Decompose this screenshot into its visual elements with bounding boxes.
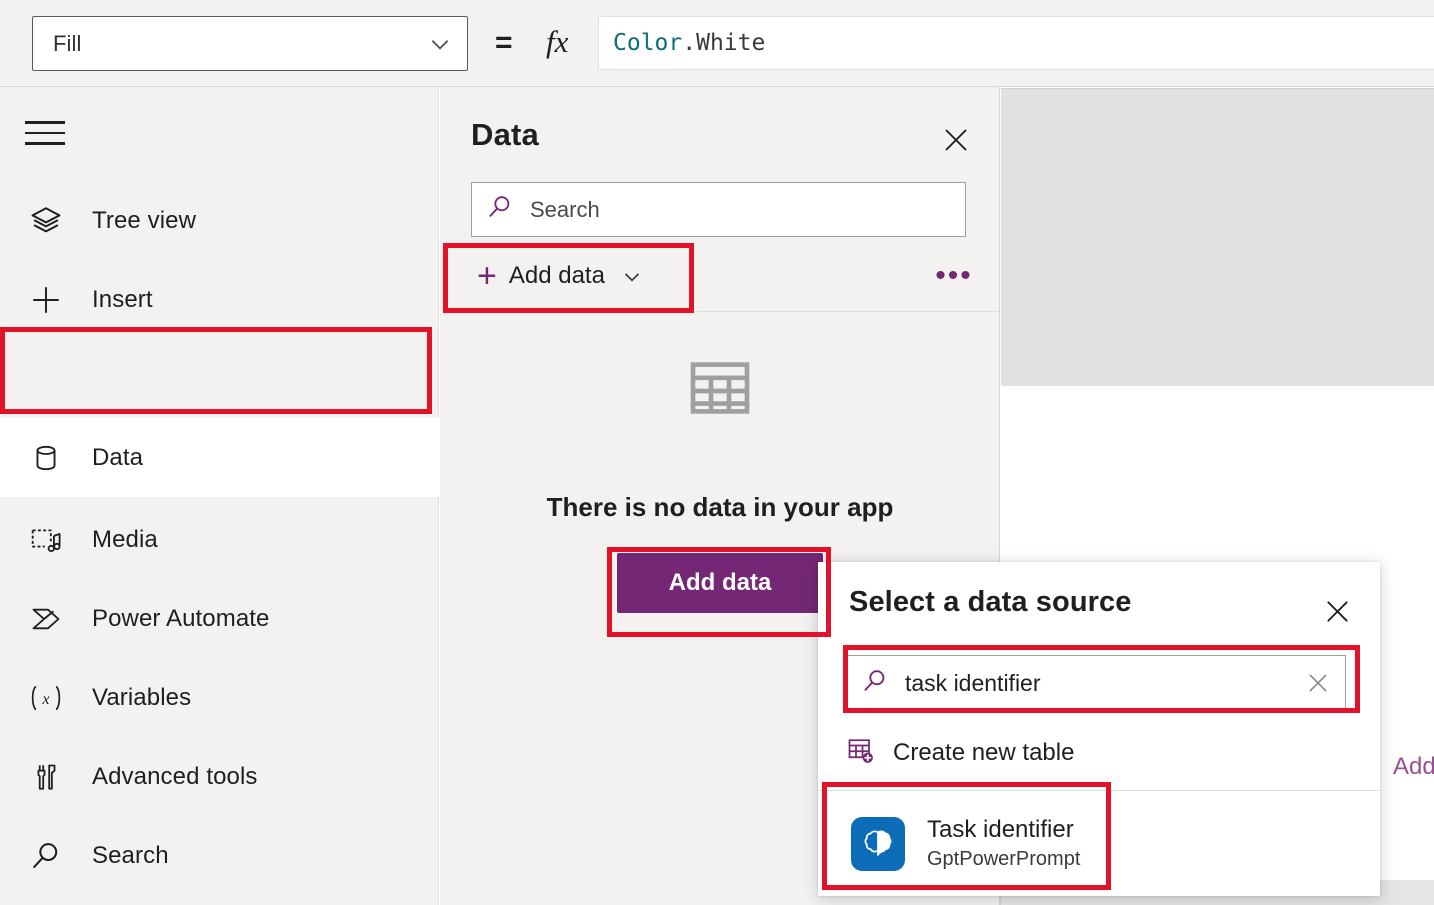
search-icon (861, 667, 889, 700)
data-source-subtitle: GptPowerPrompt (927, 846, 1080, 872)
add-data-button[interactable]: Add data (617, 553, 823, 613)
data-panel-title: Data (471, 117, 539, 153)
sidebar-item-label: Insert (92, 286, 153, 314)
formula-token-member: .White (682, 30, 765, 56)
svg-text:x: x (41, 689, 50, 708)
create-new-table-button[interactable]: Create new table (846, 726, 1074, 780)
layers-icon (24, 204, 68, 238)
sidebar-item-media[interactable]: Media (0, 500, 439, 579)
close-icon[interactable] (935, 119, 977, 161)
sidebar-item-power-automate[interactable]: Power Automate (0, 579, 439, 658)
sidebar-item-advanced-tools[interactable]: Advanced tools (0, 737, 439, 816)
add-data-dropdown-label: Add data (509, 262, 605, 290)
table-icon (684, 352, 756, 429)
dialog-title: Select a data source (849, 586, 1131, 619)
sidebar-item-label: Power Automate (92, 605, 270, 633)
search-input[interactable]: Search (471, 182, 966, 237)
formula-token-function: Color (613, 30, 682, 56)
hamburger-menu-icon[interactable] (25, 111, 73, 155)
panel-divider (471, 311, 999, 312)
more-options-icon[interactable]: ••• (926, 248, 982, 304)
equals-sign: = (495, 27, 513, 59)
select-data-source-dialog: Select a data source task identifier (818, 562, 1380, 896)
variables-x-icon: x (24, 680, 68, 716)
add-data-dropdown-button[interactable]: + Add data (471, 248, 655, 304)
add-data-toolbar: + Add data ••• (471, 248, 966, 304)
sidebar-item-variables[interactable]: x Variables (0, 658, 439, 737)
sidebar-item-data[interactable]: Data (0, 418, 439, 497)
list-item-text: Task identifier GptPowerPrompt (927, 815, 1080, 872)
sidebar-item-tree-view[interactable]: Tree view (0, 181, 439, 260)
fx-icon: fx (546, 24, 568, 60)
empty-state-title: There is no data in your app (547, 492, 894, 523)
data-source-name: Task identifier (927, 815, 1080, 844)
sidebar-item-label: Media (92, 526, 158, 554)
chevron-down-icon (619, 263, 645, 289)
search-placeholder: Search (530, 197, 600, 223)
ai-builder-brain-icon (851, 817, 905, 871)
property-select-dropdown[interactable]: Fill (32, 16, 468, 71)
left-navigation-rail: Tree view Insert Data (0, 87, 439, 905)
list-item[interactable]: Task identifier GptPowerPrompt (818, 791, 1380, 896)
power-automate-icon (24, 602, 68, 636)
database-icon (24, 442, 68, 474)
search-icon (486, 193, 514, 226)
create-table-icon (846, 736, 876, 771)
property-select-value: Fill (53, 31, 427, 57)
plus-icon: + (477, 259, 497, 293)
create-new-table-label: Create new table (893, 739, 1074, 767)
sidebar-item-label: Tree view (92, 207, 196, 235)
close-icon[interactable] (1316, 590, 1358, 632)
sidebar-item-label: Advanced tools (92, 763, 258, 791)
canvas-screen-preview[interactable] (1001, 88, 1434, 386)
sidebar-item-label: Search (92, 842, 169, 870)
sidebar-item-insert[interactable]: Insert (0, 260, 439, 339)
clear-icon[interactable] (1301, 666, 1335, 700)
data-source-search-value: task identifier (905, 670, 1301, 697)
sidebar-item-search[interactable]: Search (0, 816, 439, 895)
sidebar-item-label: Data (92, 444, 143, 472)
formula-bar: Fill = fx Color.White (0, 0, 1434, 87)
plus-icon (24, 282, 68, 318)
sidebar-item-label: Variables (92, 684, 191, 712)
formula-input[interactable]: Color.White (598, 16, 1434, 70)
search-icon (24, 839, 68, 873)
canvas-cutoff-label: Add (1393, 753, 1434, 781)
chevron-down-icon (427, 31, 453, 57)
tools-icon (24, 760, 68, 794)
data-source-search-input[interactable]: task identifier (846, 655, 1346, 711)
media-icon (24, 523, 68, 557)
